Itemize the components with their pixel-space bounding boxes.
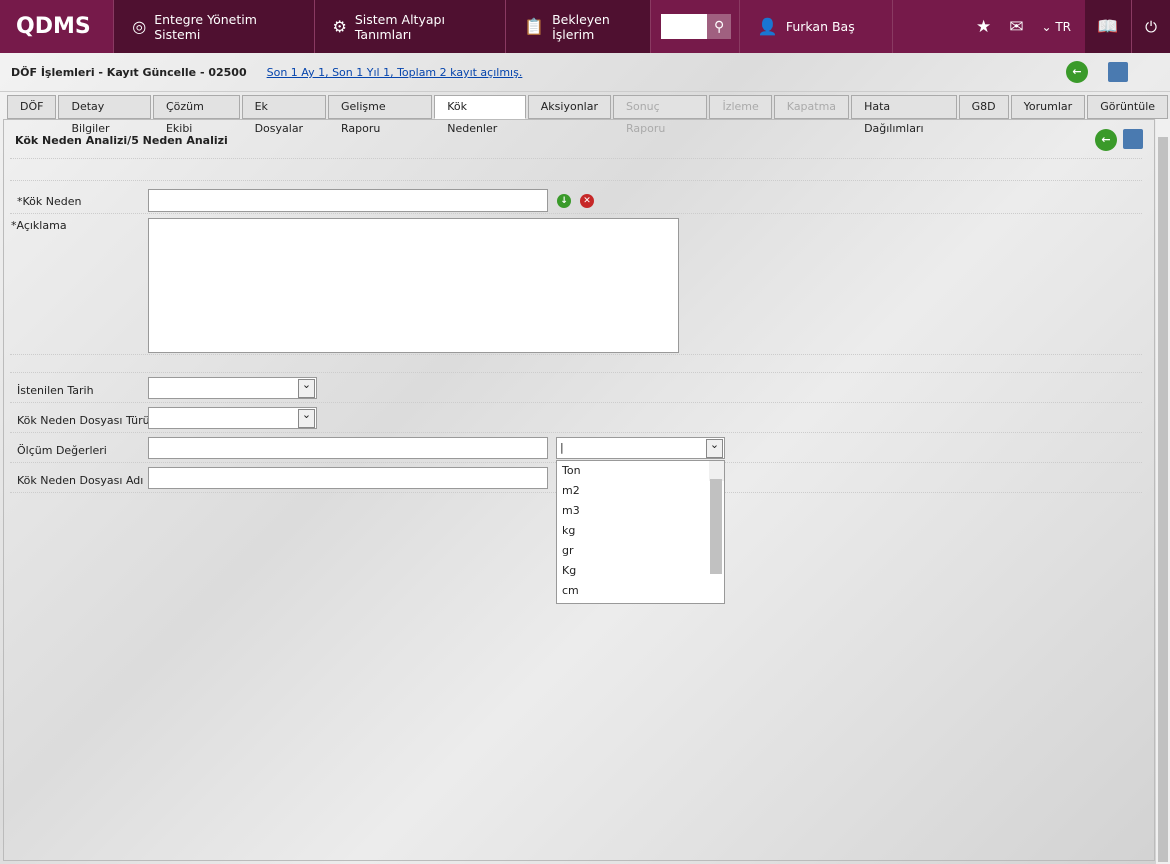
dropdown-option[interactable]: m2	[557, 481, 724, 501]
tab-10[interactable]: Hata Dağılımları	[851, 95, 957, 135]
user-icon: 👤	[757, 17, 778, 36]
user-menu[interactable]: 👤 Furkan Baş	[738, 0, 894, 53]
label-istenilen-tarih: İstenilen Tarih	[17, 384, 94, 397]
tab-1[interactable]: Detay Bilgiler	[58, 95, 151, 135]
dropdown-option[interactable]: m3	[557, 501, 724, 521]
dropdown-option[interactable]: Ton	[557, 461, 724, 481]
divider	[10, 354, 1142, 355]
back-icon[interactable]: ←	[1066, 61, 1088, 83]
kok-neden-input[interactable]	[148, 189, 548, 212]
nav-sistem[interactable]: ⚙ Sistem Altyapı Tanımları	[314, 0, 507, 53]
page-title: DÖF İşlemleri - Kayıt Güncelle - 02500	[11, 66, 247, 79]
dropdown-option[interactable]: gr	[557, 541, 724, 561]
delete-icon[interactable]: ✕	[580, 194, 594, 208]
aciklama-textarea[interactable]	[148, 218, 679, 353]
add-icon[interactable]: ↓	[557, 194, 571, 208]
back-icon[interactable]: ←	[1095, 129, 1117, 151]
mail-icon[interactable]: ✉	[1009, 17, 1023, 37]
label-dosya-adi: Kök Neden Dosyası Adı	[17, 474, 144, 487]
olcum-input[interactable]	[148, 437, 548, 459]
book-icon[interactable]: 📖	[1085, 0, 1132, 53]
star-icon[interactable]: ★	[976, 17, 991, 37]
label-kok-neden: *Kök Neden	[17, 195, 82, 208]
tab-2[interactable]: Çözüm Ekibi	[152, 95, 240, 135]
tab-bar: DÖF Detay Bilgiler Çözüm Ekibi Ek Dosyalar G…	[7, 95, 1170, 135]
page-header: DÖF İşlemleri - Kayıt Güncelle - 02500 S…	[0, 54, 1170, 92]
tab-5[interactable]: Kök Nedenler	[434, 95, 526, 135]
tab-12[interactable]: Yorumlar	[1010, 95, 1086, 119]
dropdown-option[interactable]: cm	[557, 581, 724, 601]
tab-7: Sonuç Raporu	[613, 95, 708, 135]
q-icon: ◎	[132, 17, 147, 36]
tab-3[interactable]: Ek Dosyalar	[241, 95, 326, 135]
tab-11[interactable]: G8D	[958, 95, 1009, 119]
label-olcum: Ölçüm Değerleri	[17, 444, 107, 457]
save-icon[interactable]	[1123, 129, 1143, 149]
logo[interactable]: QDMS	[0, 0, 115, 53]
language-select[interactable]: ⌄ TR	[1041, 20, 1071, 34]
tab-13[interactable]: Görüntüle	[1087, 95, 1169, 119]
tab-6[interactable]: Aksiyonlar	[527, 95, 611, 119]
search-icon[interactable]: ⚲	[707, 14, 732, 39]
tab-0[interactable]: DÖF	[7, 95, 57, 119]
search-area: ⚲	[651, 0, 739, 53]
unit-dropdown-list: Ton m2 m3 kg gr Kg cm	[556, 460, 725, 604]
dosya-turu-select[interactable]	[148, 407, 317, 429]
dropdown-option[interactable]: kg	[557, 521, 724, 541]
clipboard-icon: 📋	[524, 17, 545, 36]
top-bar: QDMS ◎ Entegre Yönetim Sistemi ⚙ Sistem Al…	[0, 0, 1170, 53]
divider	[10, 158, 1142, 159]
page-scrollbar[interactable]	[1156, 119, 1170, 864]
dropdown-option[interactable]: Kg	[557, 561, 724, 581]
section-title: Kök Neden Analizi/5 Neden Analizi	[15, 134, 228, 147]
dosya-adi-input[interactable]	[148, 467, 548, 489]
tab-9: Kapatma	[773, 95, 850, 119]
istenilen-tarih-select[interactable]	[148, 377, 317, 399]
label-dosya-turu: Kök Neden Dosyası Türü	[17, 414, 150, 427]
search-input[interactable]	[661, 14, 708, 39]
nav-entegre[interactable]: ◎ Entegre Yönetim Sistemi	[114, 0, 315, 53]
tab-4[interactable]: Gelişme Raporu	[328, 95, 433, 135]
unit-select[interactable]: |	[556, 437, 725, 459]
gear-icon: ⚙	[332, 17, 347, 36]
record-summary-link[interactable]: Son 1 Ay 1, Son 1 Yıl 1, Toplam 2 kayıt …	[267, 66, 523, 79]
save-icon[interactable]	[1108, 62, 1128, 82]
power-icon[interactable]: ⏻	[1132, 0, 1170, 53]
dropdown-scrollbar[interactable]	[709, 461, 724, 574]
label-aciklama: *Açıklama	[11, 219, 67, 232]
tab-8: İzleme	[709, 95, 772, 119]
nav-bekleyen[interactable]: 📋 Bekleyen İşlerim	[506, 0, 652, 53]
